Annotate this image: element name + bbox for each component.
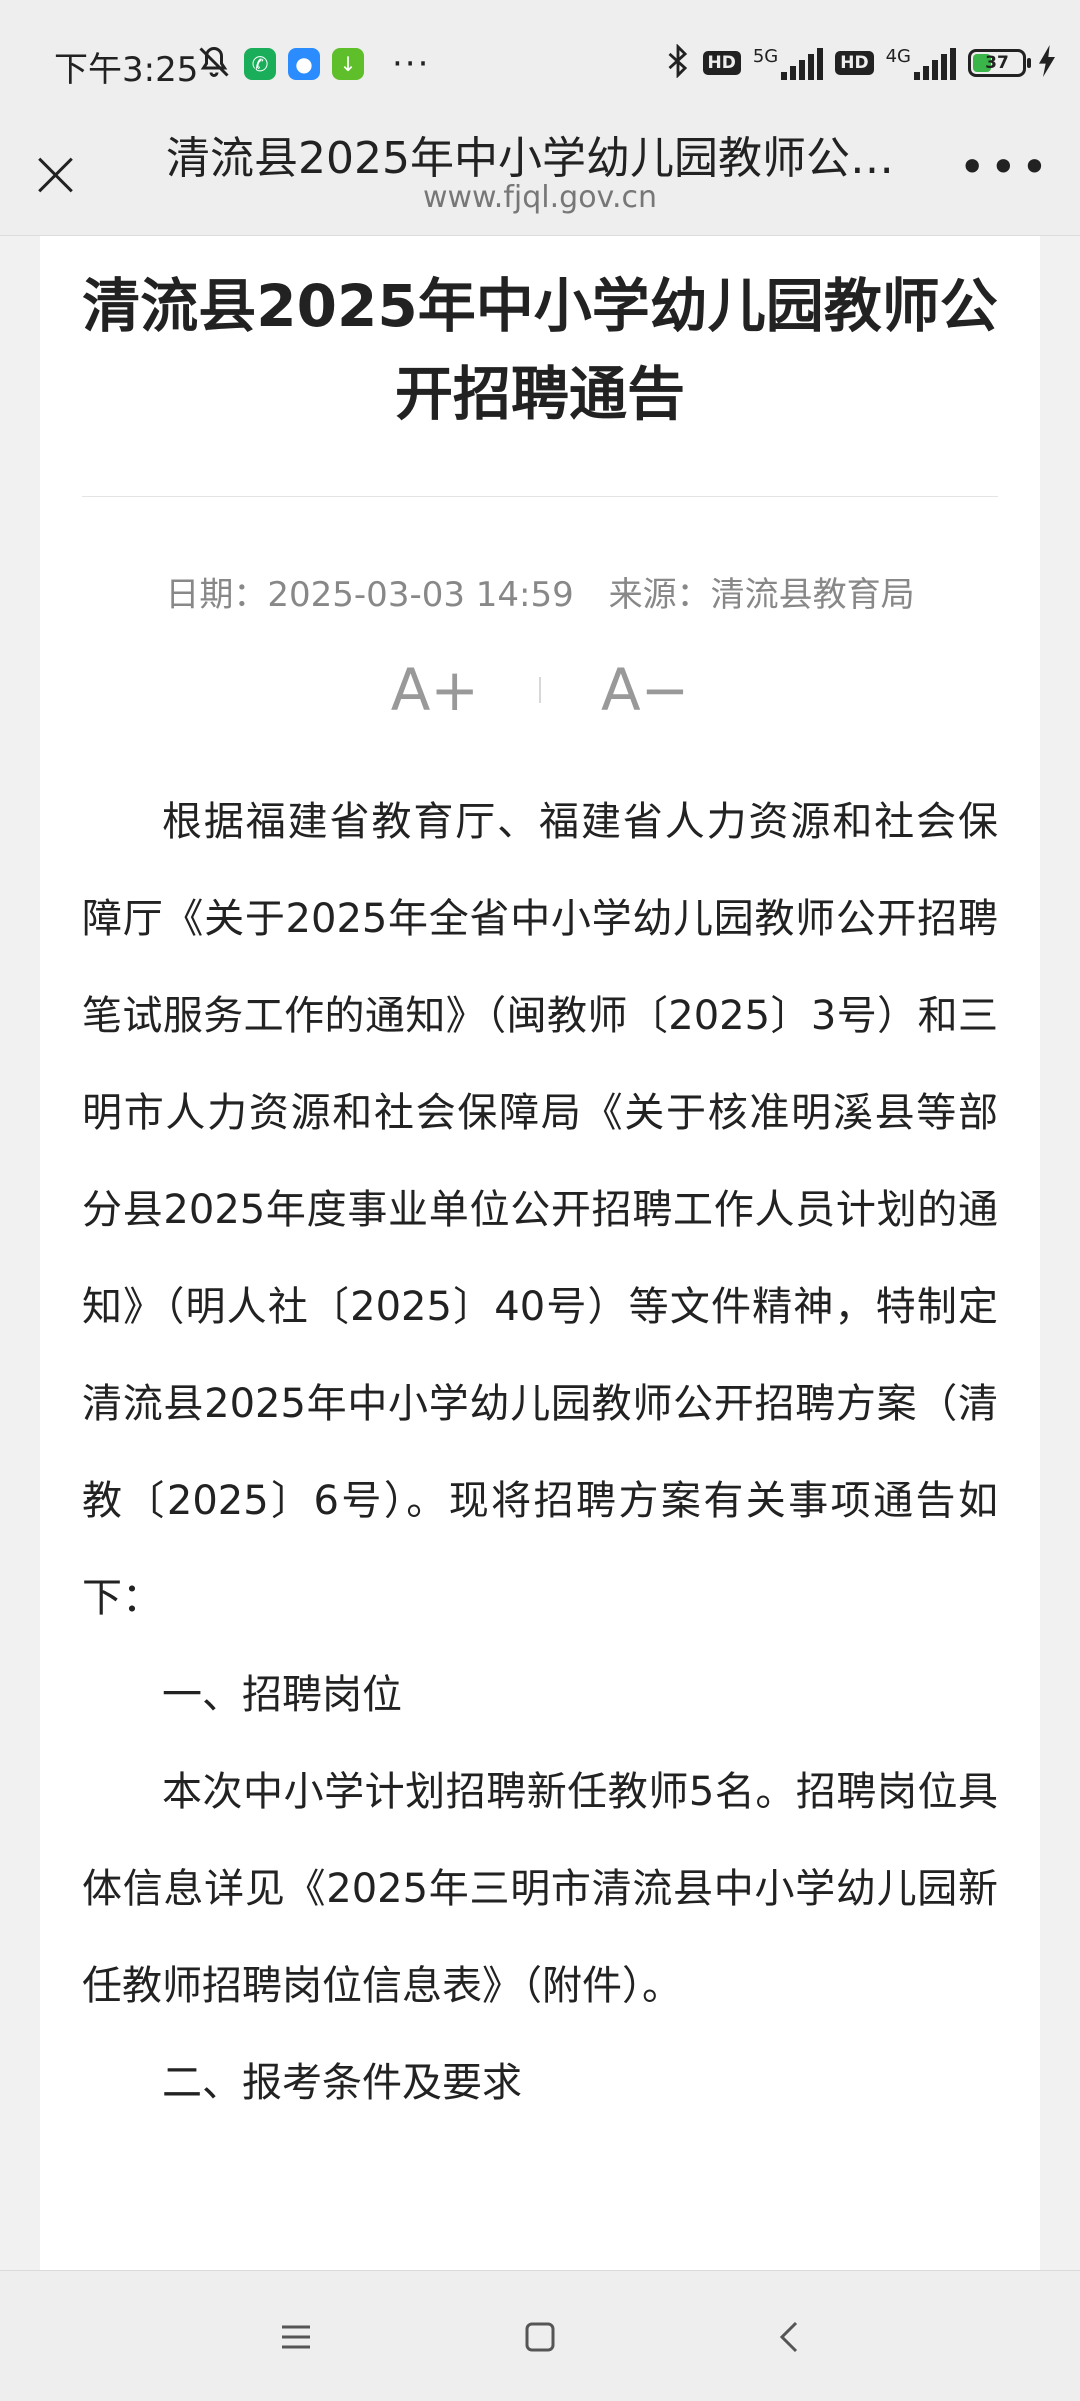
net-label-4g: 4G (885, 46, 911, 67)
status-bar: 下午3:25 ✆ ● ↓ ··· HD 5G HD 4G 37 (0, 0, 1080, 130)
phone-app-icon: ✆ (244, 48, 276, 80)
article-meta: 日期：2025-03-03 14:59 来源：清流县教育局 (82, 567, 998, 616)
download-icon: ↓ (332, 48, 364, 80)
bluetooth-icon (665, 43, 691, 82)
more-options-icon[interactable]: ••• (959, 140, 1052, 194)
status-time: 下午3:25 (54, 50, 199, 90)
article-body: 根据福建省教育厅、福建省人力资源和社会保障厅《关于2025年全省中小学幼儿园教师… (82, 774, 998, 2132)
article-source: 来源：清流县教育局 (608, 575, 915, 615)
home-icon[interactable] (520, 2317, 560, 2357)
chat-app-icon: ● (288, 48, 320, 80)
article-page: 清流县2025年中小学幼儿园教师公开招聘通告 日期：2025-03-03 14:… (40, 236, 1040, 2270)
font-increase-button[interactable]: A+ (391, 656, 479, 724)
charging-icon (1038, 45, 1056, 81)
browser-title-bar: 清流县2025年中小学幼儿园教师公… www.fjql.gov.cn ••• (0, 130, 1080, 236)
article-title: 清流县2025年中小学幼儿园教师公开招聘通告 (82, 272, 998, 428)
font-size-controls: A+ A− (82, 656, 998, 724)
battery-icon: 37 (968, 49, 1031, 77)
paragraph-intro: 根据福建省教育厅、福建省人力资源和社会保障厅《关于2025年全省中小学幼儿园教师… (82, 799, 998, 1621)
status-right-icons: HD 5G HD 4G 37 (665, 43, 1057, 82)
system-nav-bar (0, 2270, 1080, 2401)
menu-icon[interactable] (276, 2317, 316, 2357)
status-left-icons: ✆ ● ↓ ··· (196, 44, 430, 84)
signal-4g-icon: 4G (886, 46, 956, 80)
back-icon[interactable] (770, 2317, 810, 2357)
font-control-separator (539, 677, 541, 703)
paragraph-positions: 本次中小学计划招聘新任教师5名。招聘岗位具体信息详见《2025年三明市清流县中小… (82, 1769, 998, 2009)
page-tab-title: 清流县2025年中小学幼儿园教师公… (166, 133, 894, 184)
mute-bell-icon (196, 44, 232, 84)
article-date: 日期：2025-03-03 14:59 (165, 575, 574, 615)
hd-badge-1: HD (702, 51, 741, 75)
more-notifications-icon: ··· (392, 44, 431, 84)
font-decrease-button[interactable]: A− (601, 656, 689, 724)
signal-5g-icon: 5G (752, 46, 824, 80)
battery-level: 37 (985, 53, 1009, 73)
page-url: www.fjql.gov.cn (422, 180, 658, 215)
article-content: 清流县2025年中小学幼儿园教师公开招聘通告 日期：2025-03-03 14:… (82, 236, 998, 2132)
hd-badge-2: HD (835, 51, 874, 75)
section-heading-1: 一、招聘岗位 (162, 1672, 402, 1718)
section-heading-2: 二、报考条件及要求 (162, 2060, 522, 2106)
net-label-5g: 5G (752, 46, 779, 67)
title-divider (82, 496, 998, 497)
